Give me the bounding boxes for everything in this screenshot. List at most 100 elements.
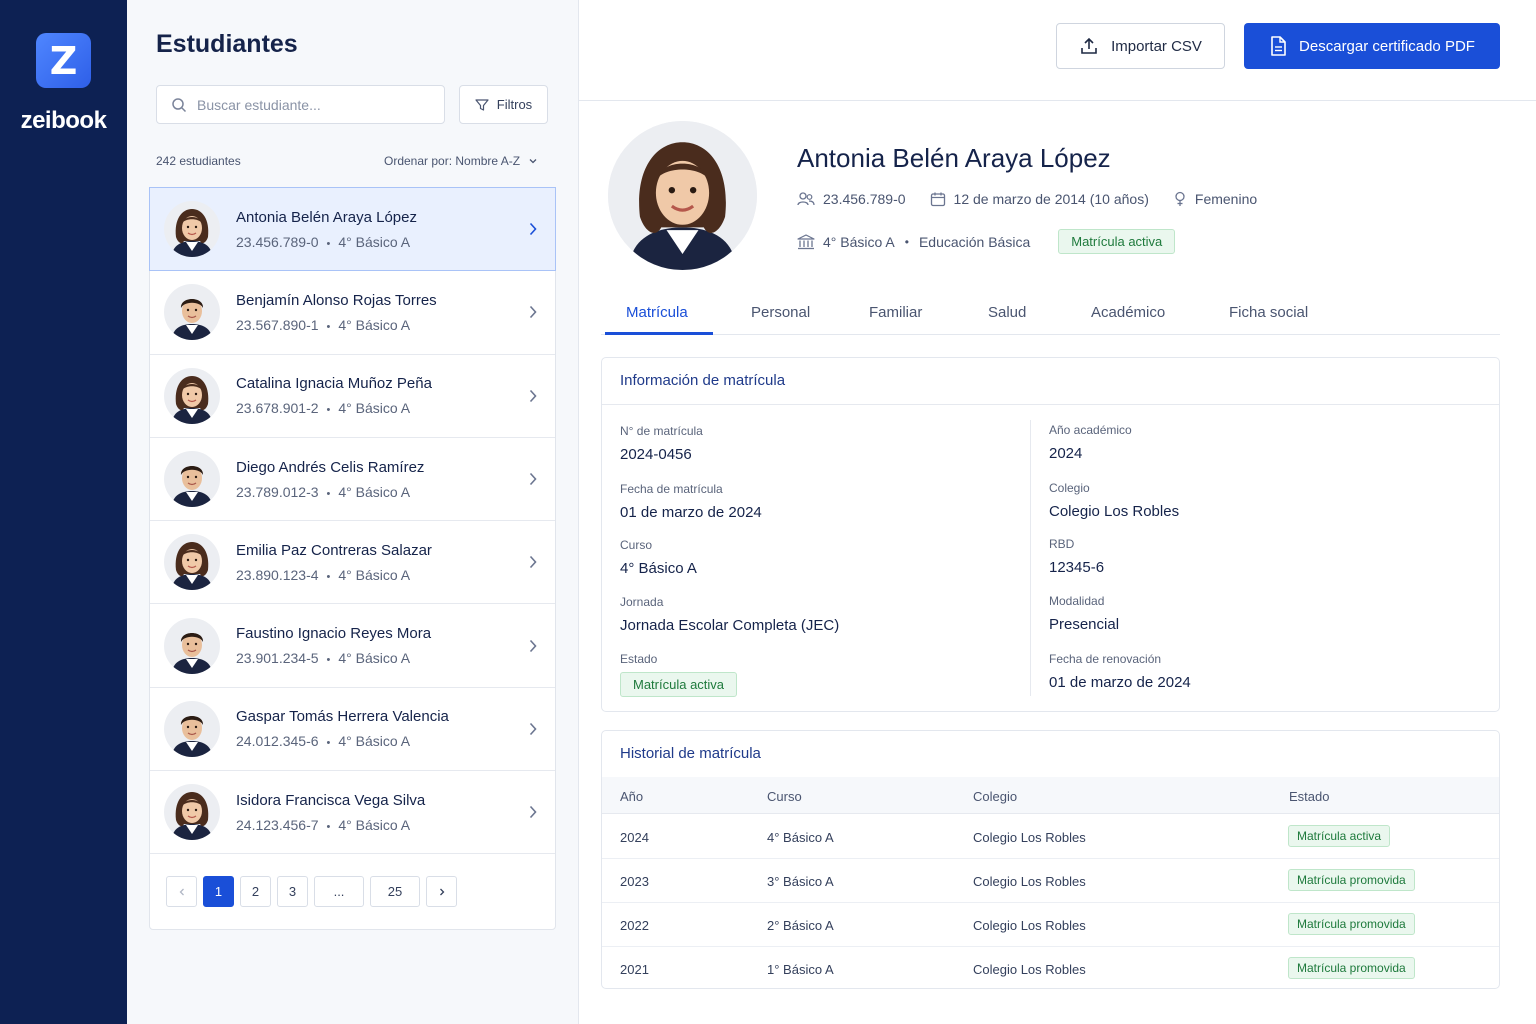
download-pdf-button[interactable]: Descargar certificado PDF [1244,23,1500,69]
tab-personal[interactable]: Personal [751,304,810,321]
cell-course: 1° Básico A [767,962,834,977]
student-list-item[interactable]: Emilia Paz Contreras Salazar 23.890.123-4… [150,521,555,605]
chevron-right-icon [529,722,537,735]
student-course: 4° Básico A [338,400,411,417]
next-page-button[interactable] [426,876,457,907]
search-input[interactable] [197,96,417,113]
meta-birth: 12 de marzo de 2014 (10 años) [930,191,1149,207]
page-button-2[interactable]: 2 [240,876,271,907]
chevron-right-icon [529,472,537,486]
field-enrollment-date: Fecha de matrícula 01 de marzo de 2024 [620,482,762,521]
status-badge: Matrícula promovida [1288,913,1415,935]
student-list-item[interactable]: Diego Andrés Celis Ramírez 23.789.012-3 • 4… [150,438,555,522]
chevron-right-icon [529,806,537,819]
app-sidebar: Z zeibook [0,0,127,1024]
avatar [164,784,220,840]
student-name: Faustino Ignacio Reyes Mora [236,625,432,643]
list-title: Estudiantes [156,30,298,58]
document-icon [1271,36,1286,56]
filter-icon [475,98,489,111]
table-row: 2021 1° Básico A Colegio Los Robles Matrícu… [602,947,1499,991]
student-rut: 23.456.789-0 [236,233,319,250]
student-course: 4° Básico A [338,816,411,833]
student-list-item[interactable]: Gaspar Tomás Herrera Valencia 24.012.345-… [150,688,555,772]
student-info: Antonia Belén Araya López 23.456.789-0 • 4°… [236,209,417,250]
tab-ficha-social[interactable]: Ficha social [1229,304,1308,321]
history-table-header: Año Curso Colegio Estado [602,777,1499,814]
student-rut: 23.901.234-5 [236,650,319,667]
avatar [164,618,220,674]
student-list-item[interactable]: Isidora Francisca Vega Silva 24.123.456-7… [150,771,555,855]
profile-meta-line-1: 23.456.789-0 12 de marzo de 2014 (10 año… [797,191,1257,207]
import-csv-button[interactable]: Importar CSV [1056,23,1225,69]
field-value: 4° Básico A [620,560,697,577]
student-list-panel: Estudiantes Filtros 242 estudiantes Orde… [127,0,579,1024]
table-row: 2024 4° Básico A Colegio Los Robles Matrícu… [602,815,1499,859]
field-renewal-date: Fecha de renovación 01 de marzo de 2024 [1049,652,1191,691]
student-rut: 23.890.123-4 [236,566,319,583]
student-course: 4° Básico A [338,733,411,750]
student-info: Gaspar Tomás Herrera Valencia 24.012.345-… [236,708,449,749]
profile-birth: 12 de marzo de 2014 (10 años) [953,191,1149,207]
student-name: Diego Andrés Celis Ramírez [236,458,425,476]
field-label: Jornada [620,595,664,609]
status-badge: Matrícula promovida [1288,957,1415,979]
sort-dropdown[interactable]: Ordenar por: Nombre A-Z [384,154,538,168]
search-icon [172,97,187,112]
app-logo[interactable]: Z [36,33,91,88]
student-count: 242 estudiantes [156,154,241,168]
tab-familiar[interactable]: Familiar [869,304,922,321]
field-label: Año académico [1049,423,1132,437]
field-value: Presencial [1049,616,1120,633]
history-title: Historial de matrícula [620,745,761,762]
cell-status: Matrícula activa [1288,825,1391,847]
cell-year: 2023 [620,874,649,889]
active-tab-indicator [605,332,713,335]
cell-school: Colegio Los Robles [973,830,1086,845]
search-box[interactable] [156,85,445,124]
enrollment-status-badge: Matrícula activa [620,672,738,697]
prev-page-button[interactable] [166,876,197,907]
chevron-right-icon [529,556,537,569]
status-badge: Matrícula promovida [1288,869,1415,891]
student-list-item[interactable]: Antonia Belén Araya López 23.456.789-0 • 4°… [149,187,556,272]
brand-name: zeibook [20,107,107,134]
student-info: Faustino Ignacio Reyes Mora 23.901.234-5 •… [236,625,431,666]
upload-icon [1081,37,1097,54]
student-name: Emilia Paz Contreras Salazar [236,541,432,559]
meta-dot: • [326,737,331,750]
student-list-item[interactable]: Faustino Ignacio Reyes Mora 23.901.234-5 •… [150,604,555,688]
student-name: Gaspar Tomás Herrera Valencia [236,708,449,726]
profile-course: 4° Básico A [823,233,895,250]
tab-academico[interactable]: Académico [1091,304,1165,321]
student-meta: 23.456.789-0 • 4° Básico A [236,234,417,250]
field-value: 12345-6 [1049,559,1105,576]
tab-salud[interactable]: Salud [988,304,1026,321]
tab-matricula[interactable]: Matrícula [626,304,688,321]
cell-course: 2° Básico A [767,918,834,933]
student-course: 4° Básico A [338,316,411,333]
avatar [164,534,220,590]
avatar [164,701,220,757]
enrollment-history-card: Historial de matrícula Año Curso Colegio… [601,730,1500,989]
cell-status: Matrícula promovida [1288,869,1415,891]
filters-button[interactable]: Filtros [459,85,548,124]
avatar [164,201,220,257]
student-list-item[interactable]: Catalina Ignacia Muñoz Peña 23.678.901-2 •… [150,355,555,438]
meta-dot: • [326,320,331,333]
student-info: Diego Andrés Celis Ramírez 23.789.012-3 • 4… [236,459,424,500]
avatar [164,368,220,424]
student-meta: 23.789.012-3 • 4° Básico A [236,484,424,500]
student-list-item[interactable]: Benjamín Alonso Rojas Torres 23.567.890-1… [150,271,555,355]
field-jornada: Jornada Jornada Escolar Completa (JEC) [620,595,839,634]
field-label: Colegio [1049,481,1090,495]
student-info: Catalina Ignacia Muñoz Peña 23.678.901-2 •… [236,375,432,416]
cell-status: Matrícula promovida [1288,957,1415,979]
student-meta: 23.901.234-5 • 4° Básico A [236,650,431,666]
page-button-25[interactable]: 25 [370,876,420,907]
table-row: 2022 2° Básico A Colegio Los Robles Matrícu… [602,903,1499,947]
page-button-3[interactable]: 3 [277,876,308,907]
page-button-1[interactable]: 1 [203,876,234,907]
profile-tabs: Matrícula Personal Familiar Salud Académ… [601,292,1500,335]
cell-school: Colegio Los Robles [973,918,1086,933]
